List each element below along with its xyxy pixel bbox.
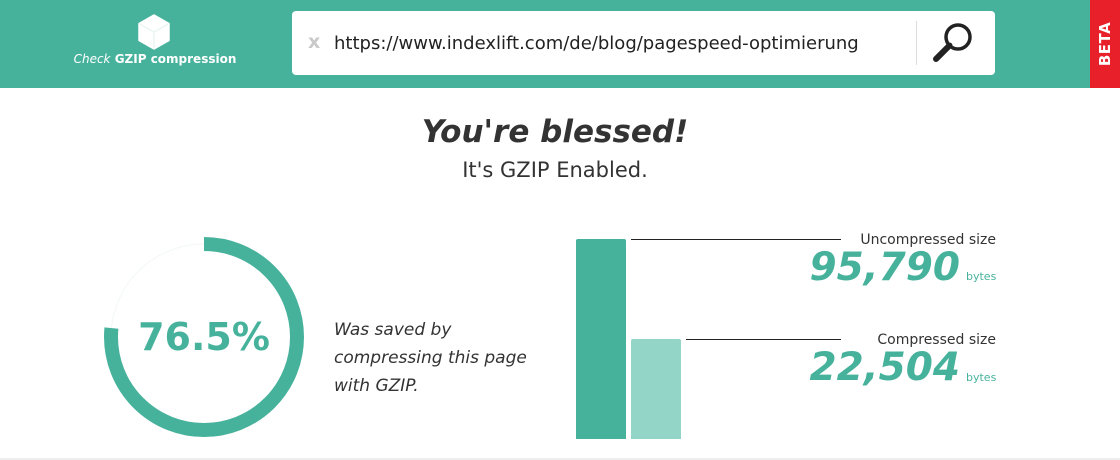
result-subline: It's GZIP Enabled. xyxy=(462,158,648,182)
header-bar: Check GZIP compression x BETA xyxy=(0,0,1120,88)
logo[interactable]: Check GZIP compression xyxy=(60,10,250,76)
uncompressed-leader-line xyxy=(631,239,841,240)
compressed-unit: bytes xyxy=(966,371,997,384)
url-search-box: x xyxy=(292,11,995,75)
compressed-bar xyxy=(631,339,681,439)
compressed-value: 22,504 xyxy=(809,345,961,390)
logo-text-check: Check xyxy=(73,52,111,66)
search-divider xyxy=(916,21,917,65)
beta-badge: BETA xyxy=(1090,0,1120,88)
beta-label: BETA xyxy=(1096,21,1114,67)
clear-icon[interactable]: x xyxy=(308,30,320,54)
logo-text-name: GZIP compression xyxy=(114,52,237,66)
magnifier-icon[interactable] xyxy=(928,17,980,69)
savings-description-line: Was saved by xyxy=(334,320,452,340)
result-headline: You're blessed! xyxy=(421,114,689,150)
savings-description: Was saved by compressing this page with … xyxy=(334,316,554,400)
uncompressed-bar xyxy=(576,239,626,439)
compressed-leader-line xyxy=(686,339,841,340)
savings-description-line: with GZIP. xyxy=(334,376,419,396)
hexagon-icon xyxy=(138,14,170,50)
url-input[interactable] xyxy=(334,25,904,61)
uncompressed-value: 95,790 xyxy=(809,245,961,290)
logo-text: Check GZIP compression xyxy=(60,52,250,66)
savings-percent: 76.5% xyxy=(138,315,270,359)
size-bars xyxy=(576,237,686,439)
savings-description-line: compressing this page xyxy=(334,348,527,368)
uncompressed-unit: bytes xyxy=(966,270,997,283)
